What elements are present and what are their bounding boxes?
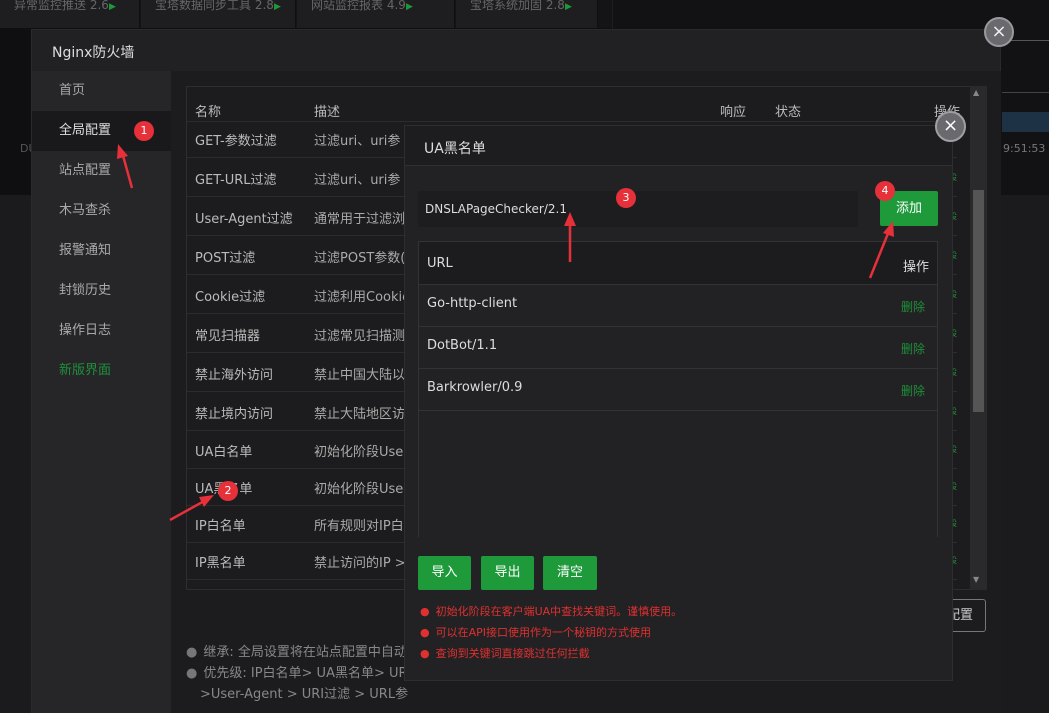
row-desc: 过滤常见扫描测 <box>314 329 406 344</box>
ua-list-item: DotBot/1.1 删除 <box>419 327 937 369</box>
warning-text: ● 初始化阶段在客户端UA中查找关键词。谨慎使用。 <box>420 605 683 618</box>
row-desc: 初始化阶段Use <box>314 482 404 497</box>
row-desc: 初始化阶段Use <box>314 445 404 460</box>
row-desc: 过滤POST参数( <box>314 251 406 266</box>
header-action: 操作 <box>903 260 930 275</box>
scroll-up-icon[interactable]: ▲ <box>973 88 979 97</box>
ua-url: DotBot/1.1 <box>427 338 498 353</box>
sidebar-item-home[interactable]: 首页 <box>32 71 171 111</box>
ua-list-item: Go-http-client 删除 <box>419 285 937 327</box>
row-name: 常见扫描器 <box>195 329 261 344</box>
ua-keyword-input[interactable]: DNSLAPageChecker/2.1 <box>418 191 858 227</box>
row-name: IP黑名单 <box>195 556 246 571</box>
background-chart-line <box>1002 92 1049 93</box>
row-name: IP白名单 <box>195 519 246 534</box>
annotation-badge: 4 <box>875 181 895 201</box>
delete-link[interactable]: 删除 <box>901 340 925 357</box>
row-desc: 禁止大陆地区访 <box>314 407 406 422</box>
clear-button[interactable]: 清空 <box>543 556 597 590</box>
ua-list-table: URL 操作 Go-http-client 删除 DotBot/1.1 删除 B… <box>418 241 938 411</box>
bg-tab-4: 宝塔系统加固 2.8▶ <box>456 0 598 28</box>
warning-text: ● 查询到关键词直接跳过任何拦截 <box>420 647 590 660</box>
row-desc: 通常用于过滤浏 <box>314 212 406 227</box>
modal-title: Nginx防火墙 <box>52 45 135 61</box>
delete-link[interactable]: 删除 <box>901 382 925 399</box>
bg-tab-2: 宝塔数据同步工具 2.8▶ <box>141 0 296 28</box>
row-desc: 禁止访问的IP > <box>314 556 406 571</box>
sidebar-item-site-config[interactable]: 站点配置 <box>32 151 171 191</box>
header-name: 名称 <box>195 105 222 120</box>
delete-link[interactable]: 删除 <box>901 298 925 315</box>
close-dialog-button[interactable]: × <box>935 111 966 142</box>
row-name: GET-参数过滤 <box>195 134 277 149</box>
import-button[interactable]: 导入 <box>418 556 471 590</box>
ua-url: Go-http-client <box>427 296 518 311</box>
row-desc: 过滤uri、uri参 <box>314 134 401 149</box>
row-name: POST过滤 <box>195 251 256 266</box>
header-url: URL <box>427 256 453 271</box>
bg-tab-3: 网站监控报表 4.9▶ <box>297 0 455 28</box>
row-name: GET-URL过滤 <box>195 173 277 188</box>
close-modal-button[interactable]: × <box>984 17 1014 47</box>
warning-text: ● 可以在API接口使用作为一个秘钥的方式使用 <box>420 626 652 639</box>
dialog-title: UA黑名单 <box>424 141 486 157</box>
annotation-badge: 1 <box>134 121 154 141</box>
row-desc: 过滤uri、uri参 <box>314 173 401 188</box>
row-name: 禁止境内访问 <box>195 407 274 422</box>
ua-list-empty-area <box>418 411 938 537</box>
background-chart-area <box>1002 112 1049 132</box>
note-inherit: ● 继承: 全局设置将在站点配置中自动 <box>186 645 407 660</box>
scrollbar-thumb[interactable] <box>973 190 984 412</box>
header-desc: 描述 <box>314 105 341 120</box>
row-desc: 禁止中国大陆以 <box>314 368 406 383</box>
ua-table-header: URL 操作 <box>419 242 937 285</box>
sidebar-item-new-ui[interactable]: 新版界面 <box>32 351 171 391</box>
ua-url: Barkrowler/0.9 <box>427 380 523 395</box>
sidebar-item-trojan-scan[interactable]: 木马查杀 <box>32 191 171 231</box>
dialog-header: UA黑名单 <box>405 126 952 166</box>
header-status: 状态 <box>775 105 802 120</box>
scroll-down-icon[interactable]: ▼ <box>973 575 979 584</box>
row-name: User-Agent过滤 <box>195 212 293 227</box>
row-name: Cookie过滤 <box>195 290 266 305</box>
export-button[interactable]: 导出 <box>481 556 534 590</box>
note-priority-cont: >User-Agent > URI过滤 > URL参 <box>200 687 409 702</box>
sidebar-item-alert-notify[interactable]: 报警通知 <box>32 231 171 271</box>
sidebar-item-operation-log[interactable]: 操作日志 <box>32 311 171 351</box>
row-name: 禁止海外访问 <box>195 368 274 383</box>
row-name: UA白名单 <box>195 445 253 460</box>
sidebar-item-block-history[interactable]: 封锁历史 <box>32 271 171 311</box>
annotation-badge: 2 <box>218 481 238 501</box>
annotation-badge: 3 <box>616 188 636 208</box>
background-time-label: 9:51:53 <box>1003 142 1046 155</box>
ua-list-item: Barkrowler/0.9 删除 <box>419 369 937 411</box>
sidebar: 首页 全局配置 站点配置 木马查杀 报警通知 封锁历史 操作日志 新版界面 <box>32 71 171 713</box>
note-priority: ● 优先级: IP白名单> UA黑名单> UR <box>186 666 408 681</box>
bg-tab-1: 异常监控推送 2.6▶ <box>0 0 140 28</box>
row-desc: 过滤利用Cookie <box>314 290 411 305</box>
header-response: 响应 <box>720 105 747 120</box>
row-desc: 所有规则对IP白 <box>314 519 404 534</box>
